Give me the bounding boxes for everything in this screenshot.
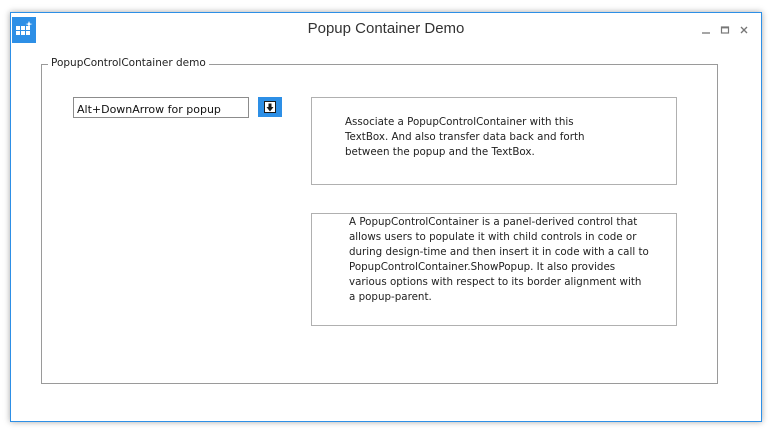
minimize-icon xyxy=(702,32,710,34)
close-icon xyxy=(740,26,748,34)
info-panel-associate: Associate a PopupControlContainer with t… xyxy=(311,97,677,185)
popup-dropdown-button[interactable] xyxy=(258,97,282,117)
window-title: Popup Container Demo xyxy=(307,20,465,37)
arrow-down-icon xyxy=(264,101,276,113)
popup-textbox[interactable] xyxy=(73,97,249,118)
info-panel-description: A PopupControlContainer is a panel-deriv… xyxy=(311,213,677,326)
maximize-icon xyxy=(720,26,730,34)
title-bar[interactable]: Popup Container Demo xyxy=(11,13,761,45)
close-button[interactable] xyxy=(737,23,751,37)
maximize-button[interactable] xyxy=(718,23,732,37)
minimize-button[interactable] xyxy=(699,23,713,37)
groupbox-legend: PopupControlContainer demo xyxy=(48,57,209,69)
app-window: Popup Container Demo PopupControlContain… xyxy=(10,12,762,422)
